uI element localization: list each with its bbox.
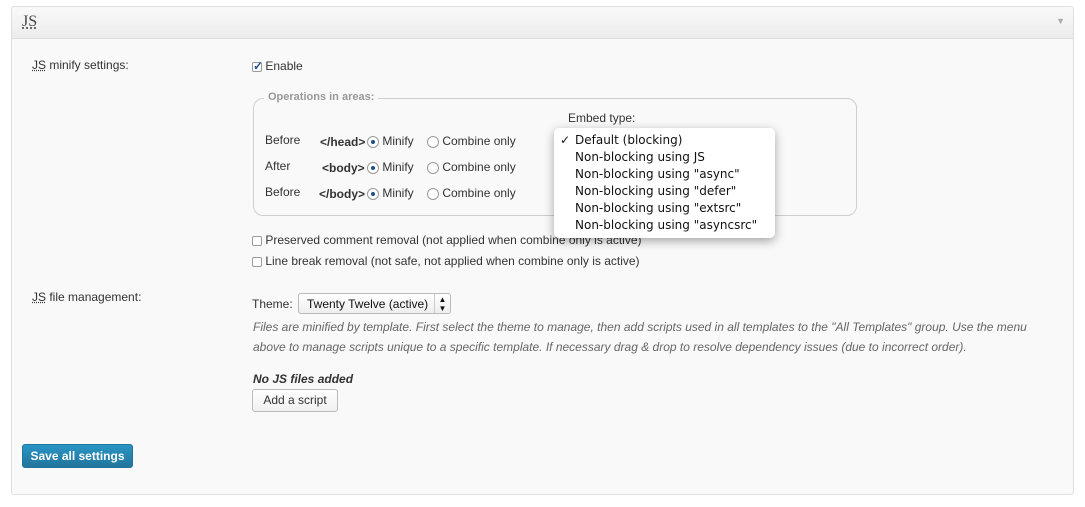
row1-tag: </head> (320, 135, 366, 149)
row2-combine-label: Combine only (442, 160, 516, 174)
row2-minify-radio[interactable] (367, 161, 379, 174)
js-file-management-label: JS file management: (32, 290, 141, 304)
enable-label: Enable (265, 59, 303, 73)
js-minify-settings-label: JS minify settings: (32, 58, 129, 72)
row2-combine-radio[interactable] (427, 161, 439, 174)
embed-option-defer[interactable]: Non-blocking using "defer" (575, 183, 736, 200)
description-line-2: above to manage scripts unique to a spec… (253, 340, 967, 354)
panel-header[interactable]: JS ▼ (12, 7, 1073, 39)
row1-combine-label: Combine only (442, 134, 516, 148)
embed-type-label: Embed type: (568, 111, 636, 125)
operations-legend: Operations in areas: (264, 91, 379, 103)
row2-combine-option[interactable]: Combine only (427, 160, 516, 174)
row1-combine-radio[interactable] (427, 135, 439, 148)
theme-label: Theme: (252, 297, 293, 311)
line-break-removal-label: Line break removal (not safe, not applie… (265, 254, 640, 268)
row1-minify-option[interactable]: Minify (367, 134, 414, 148)
row1-minify-label: Minify (382, 134, 414, 148)
row3-minify-label: Minify (382, 186, 414, 200)
row2-position: After (265, 159, 291, 173)
embed-option-js[interactable]: Non-blocking using JS (575, 149, 705, 166)
row2-tag: <body> (322, 161, 365, 175)
row2-minify-option[interactable]: Minify (367, 160, 414, 174)
comment-removal-checkbox[interactable] (252, 235, 262, 246)
row3-combine-label: Combine only (442, 186, 516, 200)
embed-type-dropdown[interactable]: ✓ Default (blocking) Non-blocking using … (554, 128, 775, 238)
updown-arrows-icon: ▲ ▼ (434, 294, 450, 313)
row3-tag: </body> (319, 187, 366, 201)
row3-position: Before (265, 185, 301, 199)
line-break-removal-row[interactable]: Line break removal (not safe, not applie… (252, 254, 640, 268)
embed-option-default[interactable]: Default (blocking) (575, 132, 682, 149)
embed-option-asyncsrc[interactable]: Non-blocking using "asyncsrc" (575, 217, 757, 234)
label-text: minify settings: (46, 58, 129, 72)
label-text: file management: (46, 290, 142, 304)
js-settings-panel: JS ▼ (11, 6, 1074, 495)
row3-combine-option[interactable]: Combine only (427, 186, 516, 200)
row2-minify-label: Minify (382, 160, 414, 174)
row1-combine-option[interactable]: Combine only (427, 134, 516, 148)
theme-select-value: Twenty Twelve (active) (307, 297, 429, 311)
js-abbr: JS (32, 290, 47, 304)
js-abbr: JS (32, 58, 47, 72)
enable-checkbox-row[interactable]: Enable (252, 59, 303, 73)
embed-option-async[interactable]: Non-blocking using "async" (575, 166, 740, 183)
row3-minify-radio[interactable] (367, 187, 379, 200)
enable-checkbox[interactable] (252, 59, 263, 73)
selected-check-icon: ✓ (560, 133, 571, 147)
line-break-removal-checkbox[interactable] (252, 256, 262, 267)
no-files-message: No JS files added (253, 372, 354, 386)
row3-minify-option[interactable]: Minify (367, 186, 414, 200)
save-all-settings-button[interactable]: Save all settings (22, 444, 133, 468)
row3-combine-radio[interactable] (427, 187, 439, 200)
description-line-1: Files are minified by template. First se… (253, 320, 1027, 334)
file-management-description: Files are minified by template. First se… (253, 317, 1043, 357)
panel-title: JS (22, 13, 38, 30)
row1-position: Before (265, 133, 301, 147)
add-script-button[interactable]: Add a script (252, 389, 338, 412)
embed-option-extsrc[interactable]: Non-blocking using "extsrc" (575, 200, 741, 217)
collapse-triangle-icon[interactable]: ▼ (1056, 16, 1065, 26)
theme-select[interactable]: Twenty Twelve (active) ▲ ▼ (298, 293, 451, 314)
row1-minify-radio[interactable] (367, 135, 379, 148)
